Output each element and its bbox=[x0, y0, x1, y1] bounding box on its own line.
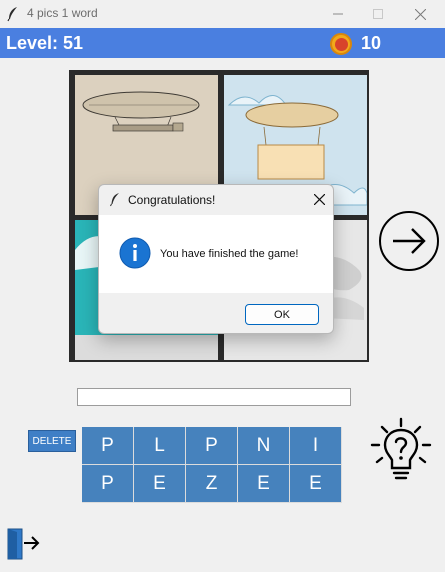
level-bar: Level: 51 10 bbox=[0, 28, 445, 58]
congratulations-dialog: Congratulations! You have finished the g… bbox=[98, 184, 334, 334]
letter-tile[interactable]: E bbox=[134, 465, 186, 503]
coin-icon bbox=[330, 33, 352, 55]
close-icon bbox=[414, 8, 426, 20]
next-button[interactable] bbox=[378, 210, 440, 272]
close-button[interactable] bbox=[400, 0, 440, 28]
close-icon bbox=[313, 193, 325, 205]
feather-icon bbox=[110, 193, 119, 207]
exit-door-icon bbox=[7, 528, 40, 560]
lightbulb-question-icon bbox=[370, 417, 432, 480]
letter-tile[interactable]: L bbox=[134, 427, 186, 465]
delete-button[interactable]: DELETE bbox=[28, 430, 76, 452]
arrow-right-circle-icon bbox=[379, 211, 439, 271]
maximize-button[interactable] bbox=[358, 0, 398, 28]
letter-tile[interactable]: E bbox=[238, 465, 290, 503]
coin-count: 10 bbox=[361, 33, 382, 53]
hint-button[interactable] bbox=[368, 416, 434, 484]
dialog-close-button[interactable] bbox=[306, 188, 332, 210]
level-label: Level: 51 bbox=[6, 33, 84, 53]
answer-field[interactable] bbox=[77, 388, 351, 406]
dialog-body: You have finished the game! bbox=[99, 215, 333, 293]
window-titlebar: 4 pics 1 word bbox=[0, 0, 445, 28]
letter-grid: P L P N I P E Z E E bbox=[82, 427, 342, 503]
letter-tile[interactable]: Z bbox=[186, 465, 238, 503]
letter-tile[interactable]: I bbox=[290, 427, 342, 465]
letter-tile[interactable]: N bbox=[238, 427, 290, 465]
letter-tile[interactable]: P bbox=[82, 465, 134, 503]
window-title: 4 pics 1 word bbox=[27, 6, 98, 20]
info-icon bbox=[119, 237, 151, 269]
letter-tile[interactable]: P bbox=[82, 427, 134, 465]
letter-tile[interactable]: P bbox=[186, 427, 238, 465]
dialog-title: Congratulations! bbox=[128, 193, 216, 207]
ok-button[interactable]: OK bbox=[245, 304, 319, 325]
minimize-button[interactable] bbox=[318, 0, 358, 28]
letter-tile[interactable]: E bbox=[290, 465, 342, 503]
exit-button[interactable] bbox=[6, 528, 40, 560]
minimize-icon bbox=[333, 13, 343, 15]
dialog-message: You have finished the game! bbox=[160, 248, 299, 260]
maximize-icon bbox=[373, 9, 383, 19]
feather-icon bbox=[7, 7, 17, 22]
